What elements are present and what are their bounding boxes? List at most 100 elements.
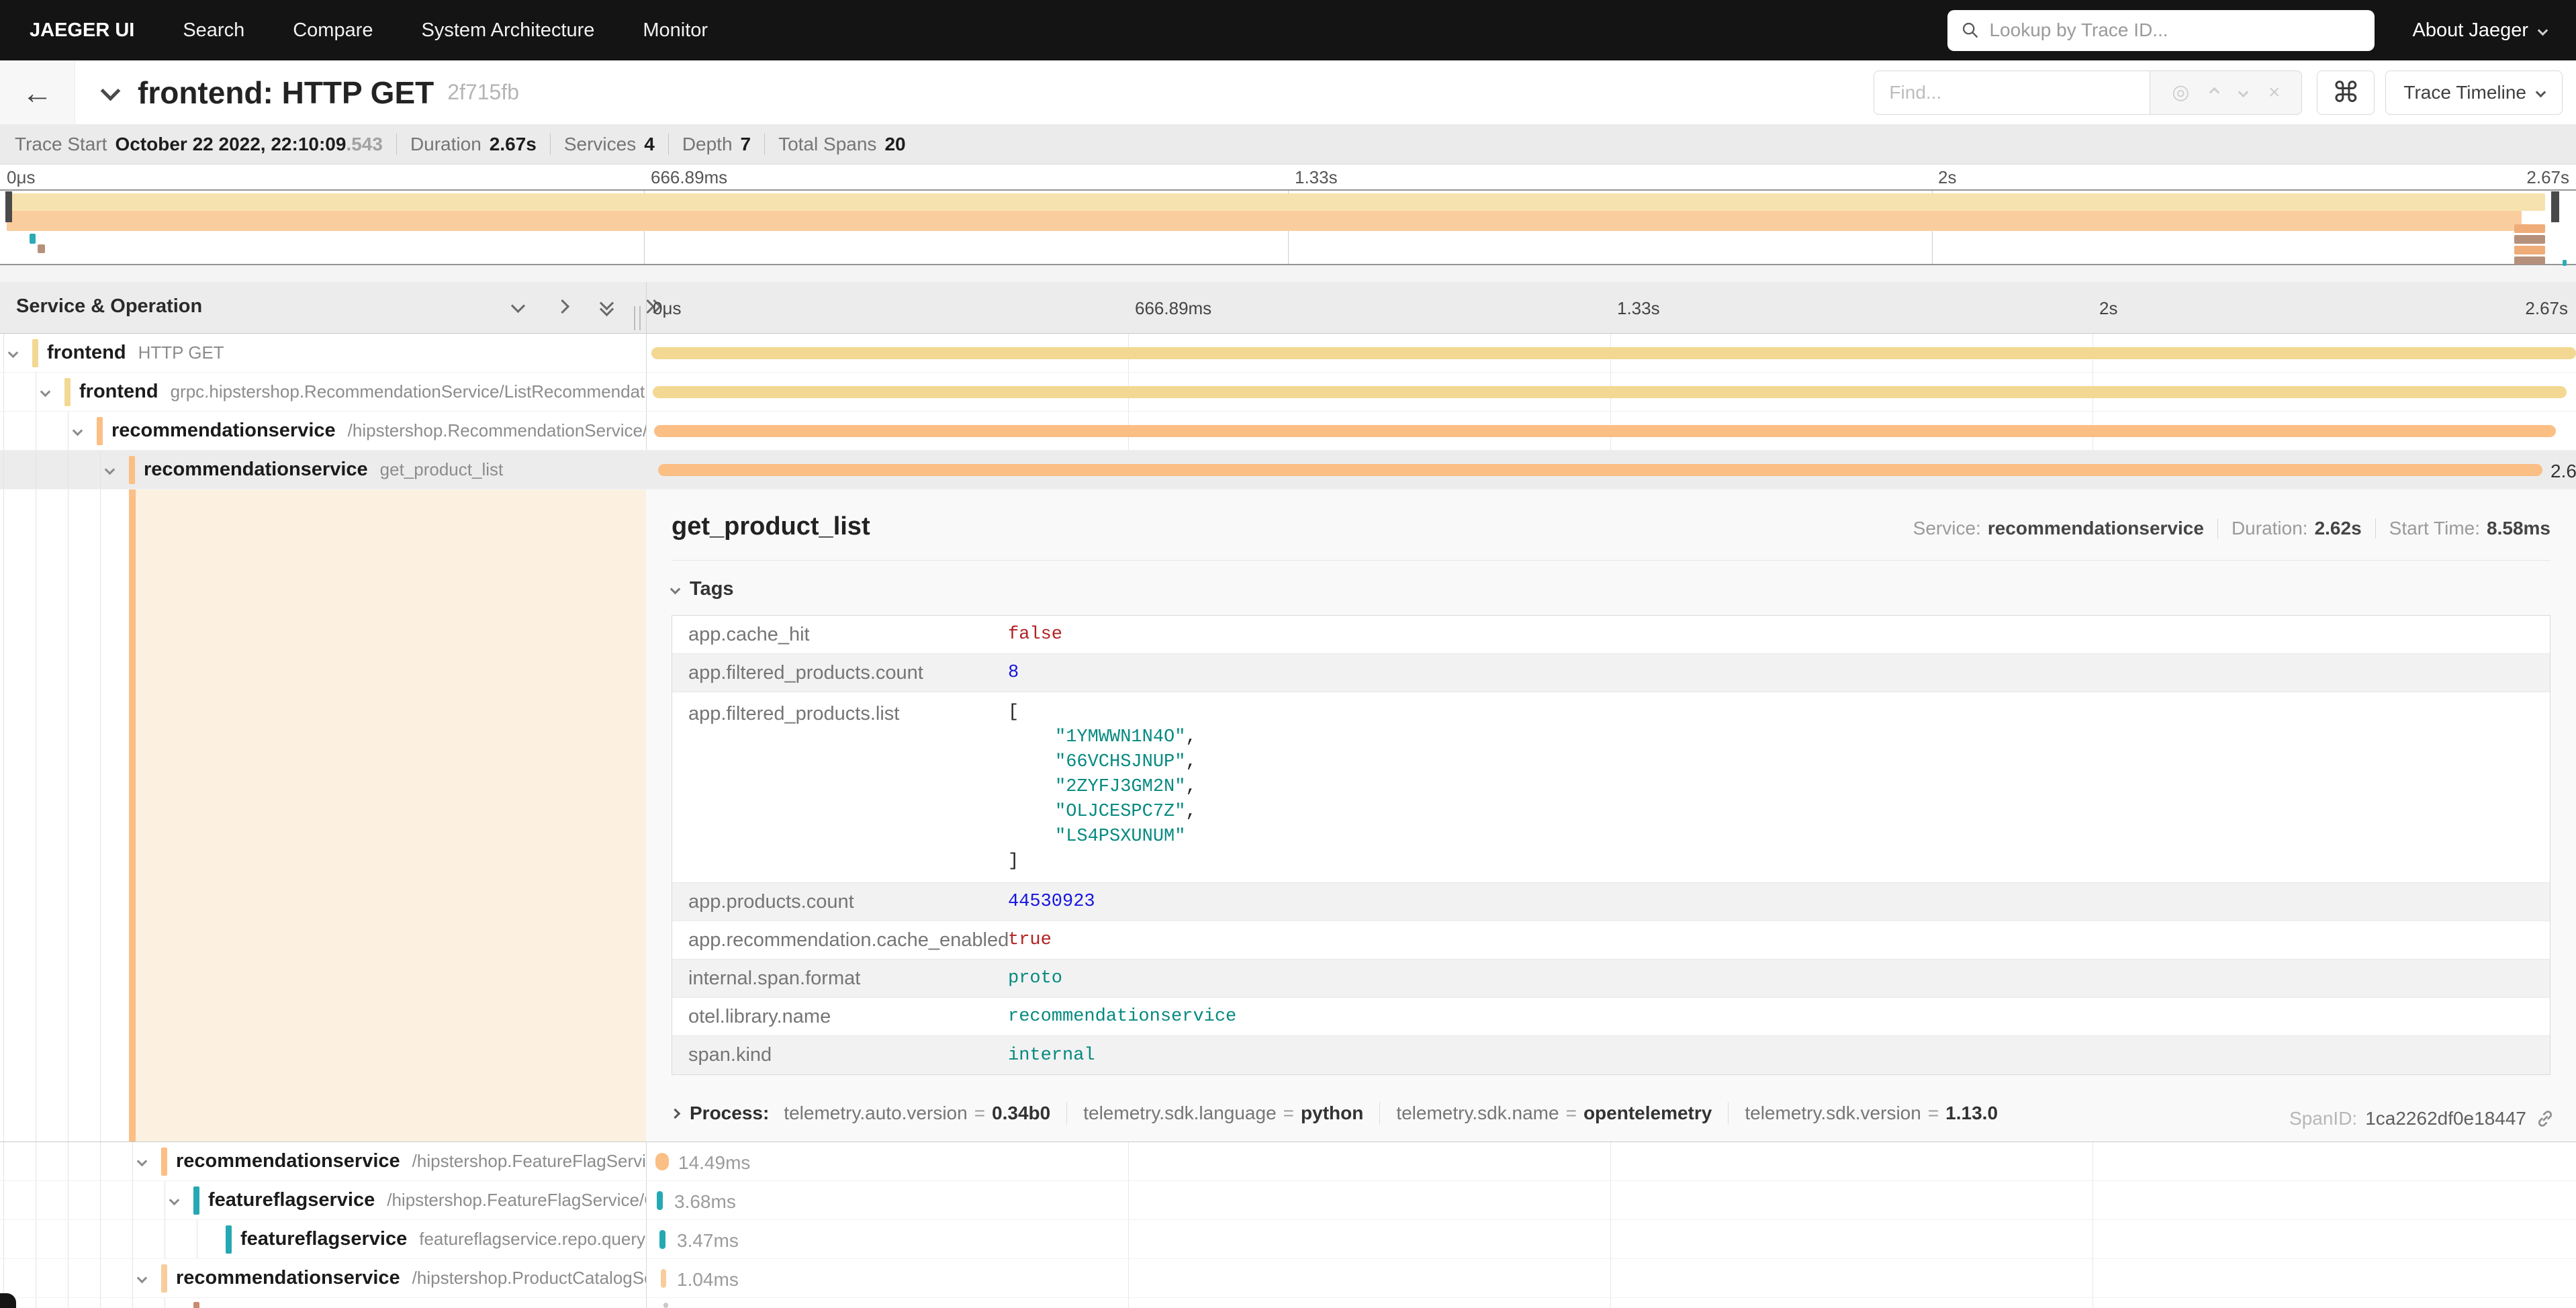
chevron-right-icon <box>670 1108 681 1119</box>
span-tree-cell[interactable] <box>0 1298 646 1308</box>
expand-one-icon[interactable] <box>553 298 573 316</box>
span-service: recommendationservice <box>111 420 336 442</box>
span-tree-cell[interactable]: recommendationservice/hipstershop.Produc… <box>0 1259 646 1297</box>
minimap-right-scrubber-handle[interactable] <box>2551 191 2559 222</box>
service-color-strip <box>161 1264 167 1293</box>
minimap-span-mark <box>38 244 45 253</box>
process-section-toggle[interactable]: Process: telemetry.auto.version=0.34b0 t… <box>672 1102 2550 1125</box>
span-bar[interactable] <box>659 1230 665 1249</box>
span-timeline-cell[interactable]: 14.49ms <box>646 1142 2576 1180</box>
trace-header: ← frontend: HTTP GET 2f715fb Find... ◎ ×… <box>0 60 2576 124</box>
span-service: frontend <box>79 381 158 403</box>
span-bar[interactable] <box>663 1303 668 1308</box>
span-bar[interactable] <box>653 386 2567 398</box>
span-service: recommendationservice <box>176 1150 400 1172</box>
span-row-partial[interactable] <box>0 1298 2576 1308</box>
span-row-selected[interactable]: recommendationserviceget_product_list 2.… <box>0 451 2576 489</box>
find-prev-icon[interactable] <box>2209 87 2220 98</box>
keyboard-shortcuts-button[interactable]: ⌘ <box>2317 71 2375 115</box>
trace-id-lookup-input[interactable]: Lookup by Trace ID... <box>1947 10 2375 51</box>
span-timeline-cell[interactable] <box>646 373 2576 411</box>
minimap-tick: 666.89ms <box>651 167 727 188</box>
tag-value: true <box>1008 930 1052 950</box>
nav-item-monitor[interactable]: Monitor <box>643 19 708 42</box>
trace-id-short: 2f715fb <box>447 80 519 105</box>
span-bar[interactable] <box>655 1153 669 1170</box>
span-row[interactable]: recommendationservice/hipstershop.Produc… <box>0 1259 2576 1298</box>
span-timeline-cell[interactable]: 1.04ms <box>646 1259 2576 1297</box>
span-tree-cell[interactable]: featureflagservicefeatureflagservice.rep… <box>0 1220 646 1258</box>
minimap-span-mark <box>30 234 36 244</box>
nav-item-search[interactable]: Search <box>183 19 244 42</box>
services-label: Services <box>564 134 636 155</box>
span-collapse-icon[interactable] <box>138 1273 146 1285</box>
collapse-all-icon[interactable] <box>598 298 618 316</box>
service-operation-header: Service & Operation <box>16 295 202 318</box>
nav-item-system-architecture[interactable]: System Architecture <box>422 19 595 42</box>
chevron-down-icon <box>2536 87 2546 98</box>
span-timeline-cell[interactable]: 3.68ms <box>646 1181 2576 1219</box>
tag-row: internal.span.format proto <box>672 960 2550 998</box>
column-resize-handle[interactable] <box>634 306 641 330</box>
span-tree-cell[interactable]: recommendationserviceget_product_list <box>0 451 646 489</box>
jaeger-logo[interactable]: JAEGER UI <box>30 19 134 42</box>
about-jaeger-menu[interactable]: About Jaeger <box>2412 19 2546 42</box>
find-next-icon[interactable] <box>2238 87 2249 98</box>
span-collapse-icon[interactable] <box>42 387 49 399</box>
service-color-strip <box>97 417 103 445</box>
span-timeline-cell[interactable] <box>646 412 2576 450</box>
span-row[interactable]: featureflagservicefeatureflagservice.rep… <box>0 1220 2576 1259</box>
tags-section-toggle[interactable]: Tags <box>672 578 2550 600</box>
span-tree-cell[interactable]: featureflagservice/hipstershop.FeatureFl… <box>0 1181 646 1219</box>
minimap-canvas[interactable] <box>0 189 2576 265</box>
link-icon[interactable] <box>2534 1108 2556 1129</box>
trace-summary-bar: Trace Start October 22 2022, 22:10:09 .5… <box>0 124 2576 165</box>
selected-span-color-strip <box>129 489 136 1141</box>
span-row[interactable]: frontendHTTP GET <box>0 334 2576 373</box>
find-clear-icon[interactable]: × <box>2268 81 2281 104</box>
span-row[interactable]: featureflagservice/hipstershop.FeatureFl… <box>0 1181 2576 1220</box>
nav-item-compare[interactable]: Compare <box>293 19 373 42</box>
find-reset-icon[interactable]: ◎ <box>2172 81 2189 104</box>
trace-minimap[interactable]: 0μs 666.89ms 1.33s 2s 2.67s <box>0 165 2576 265</box>
span-tree-cell[interactable]: frontendHTTP GET <box>0 334 646 372</box>
span-tree-cell[interactable]: frontendgrpc.hipstershop.RecommendationS… <box>0 373 646 411</box>
trace-collapse-toggle[interactable] <box>103 84 118 101</box>
span-timeline-cell[interactable] <box>646 1298 2576 1308</box>
span-service: recommendationservice <box>144 459 368 481</box>
back-button[interactable]: ← <box>0 60 75 124</box>
span-row[interactable]: recommendationservice/hipstershop.Recomm… <box>0 412 2576 451</box>
span-id-row: SpanID: 1ca2262df0e18447 <box>2289 1108 2556 1129</box>
span-row[interactable]: frontendgrpc.hipstershop.RecommendationS… <box>0 373 2576 412</box>
about-jaeger-label: About Jaeger <box>2412 19 2528 42</box>
trace-view-selector[interactable]: Trace Timeline <box>2385 71 2563 115</box>
span-timeline-cell[interactable]: 3.47ms <box>646 1220 2576 1258</box>
span-tree-cell[interactable]: recommendationservice/hipstershop.Recomm… <box>0 412 646 450</box>
tag-row: app.filtered_products.count 8 <box>672 654 2550 692</box>
span-timeline-cell[interactable] <box>646 334 2576 372</box>
divider <box>764 134 765 155</box>
span-id-value: 1ca2262df0e18447 <box>2365 1108 2526 1129</box>
span-tree-cell[interactable]: recommendationservice/hipstershop.Featur… <box>0 1142 646 1180</box>
service-color-strip <box>226 1225 232 1254</box>
span-collapse-icon[interactable] <box>106 465 113 477</box>
span-bar[interactable] <box>661 1269 666 1288</box>
span-bar[interactable] <box>654 425 2556 437</box>
span-timeline-cell[interactable]: 2.62s <box>646 451 2576 489</box>
selected-span-tint <box>136 489 646 1141</box>
span-collapse-icon[interactable] <box>171 1195 178 1207</box>
find-input[interactable]: Find... <box>1874 71 2150 115</box>
span-bar[interactable] <box>657 1191 663 1210</box>
span-collapse-icon[interactable] <box>138 1156 146 1168</box>
span-detail-panel: get_product_list Service: recommendation… <box>646 489 2576 1141</box>
minimap-tick: 2s <box>1938 167 1956 188</box>
minimap-span-band <box>7 193 2545 211</box>
span-collapse-icon[interactable] <box>9 348 17 360</box>
collapse-one-icon[interactable] <box>509 298 529 316</box>
span-bar[interactable] <box>658 464 2542 476</box>
span-row[interactable]: recommendationservice/hipstershop.Featur… <box>0 1142 2576 1181</box>
minimap-left-scrubber-handle[interactable] <box>5 191 12 222</box>
jaeger-trace-page: JAEGER UI Search Compare System Architec… <box>0 0 2576 1308</box>
span-bar[interactable] <box>651 347 2576 359</box>
span-collapse-icon[interactable] <box>74 426 81 438</box>
